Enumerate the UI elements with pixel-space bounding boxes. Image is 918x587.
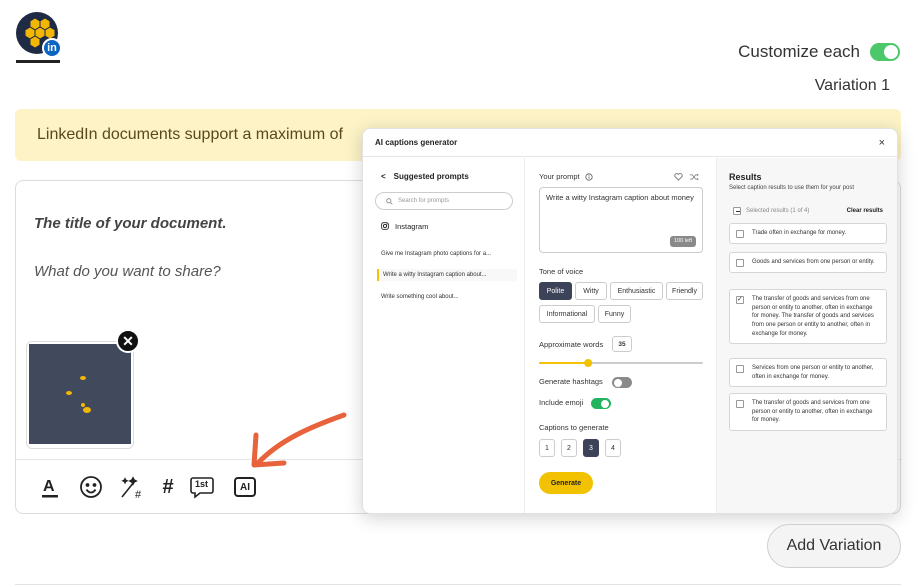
tone-chip-friendly[interactable]: Friendly	[666, 282, 703, 300]
prompt-textarea[interactable]: Write a witty Instagram caption about mo…	[539, 187, 703, 253]
document-preview-image	[29, 344, 131, 444]
tone-chip-funny[interactable]: Funny	[598, 305, 631, 323]
emoji-icon[interactable]	[78, 474, 104, 500]
captions-to-generate-label: Captions to generate	[539, 423, 609, 432]
tone-chip-polite[interactable]: Polite	[539, 282, 572, 300]
shuffle-icon[interactable]	[689, 173, 699, 181]
result-card[interactable]: The transfer of goods and services from …	[729, 393, 887, 432]
result-text: Services from one person or entity to an…	[752, 365, 874, 380]
document-title-input[interactable]: The title of your document.	[34, 215, 227, 232]
instagram-icon	[381, 222, 389, 230]
selected-results-row: Selected results (1 of 4) Clear results	[733, 207, 883, 215]
caption-settings-panel: Your prompt Write a witty Instagram capt…	[526, 158, 716, 513]
include-emoji-label: Include emoji	[539, 398, 584, 407]
suggested-prompts-title: Suggested prompts	[393, 172, 469, 181]
linkedin-icon: in	[42, 38, 62, 58]
avatar-active-indicator	[16, 60, 60, 63]
tone-chip-witty[interactable]: Witty	[575, 282, 607, 300]
tone-of-voice-label: Tone of voice	[539, 267, 584, 276]
clear-results-link[interactable]: Clear results	[847, 208, 883, 214]
suggested-prompts-panel: < Suggested prompts Search for prompts I…	[363, 158, 525, 513]
customize-each-toggle[interactable]	[870, 43, 900, 61]
svg-text:#: #	[135, 489, 142, 500]
post-body-input[interactable]: What do you want to share?	[34, 263, 221, 280]
selected-results-count: Selected results (1 of 4)	[746, 208, 810, 214]
info-icon[interactable]	[584, 172, 593, 181]
first-comment-icon[interactable]: 1st	[189, 474, 215, 500]
divider	[15, 584, 901, 585]
generate-hashtags-label: Generate hashtags	[539, 377, 603, 386]
text-format-icon[interactable]: A	[38, 474, 62, 500]
your-prompt-label-row: Your prompt	[539, 172, 593, 181]
approximate-words-value[interactable]: 35	[612, 336, 632, 352]
result-card[interactable]: Trade often in exchange for money.	[729, 223, 887, 244]
caption-count-2[interactable]: 2	[561, 439, 577, 457]
result-text: The transfer of goods and services from …	[752, 400, 873, 424]
tone-chip-enthusiastic[interactable]: Enthusiastic	[610, 282, 663, 300]
tone-chip-informational[interactable]: Informational	[539, 305, 595, 323]
modal-header: AI captions generator ×	[363, 129, 897, 157]
category-label: Instagram	[395, 222, 429, 231]
result-card[interactable]: Services from one person or entity to an…	[729, 358, 887, 388]
customize-each-control: Customize each	[738, 42, 900, 62]
generate-button[interactable]: Generate	[539, 472, 593, 494]
result-checkbox-checked[interactable]	[736, 295, 744, 305]
search-placeholder: Search for prompts	[398, 198, 450, 204]
result-checkbox[interactable]	[736, 230, 744, 238]
result-card-selected[interactable]: The transfer of goods and services from …	[729, 289, 887, 345]
variation-label: Variation 1	[814, 77, 890, 94]
select-all-checkbox[interactable]	[733, 207, 741, 215]
modal-title: AI captions generator	[375, 138, 458, 147]
result-text: The transfer of goods and services from …	[752, 296, 874, 337]
result-text: Trade often in exchange for money.	[752, 230, 847, 236]
prompt-search-input[interactable]: Search for prompts	[375, 192, 513, 210]
hashtag-icon[interactable]: #	[158, 474, 178, 500]
caption-count-1[interactable]: 1	[539, 439, 555, 457]
first-comment-label: 1st	[195, 479, 209, 489]
prompt-value: Write a witty Instagram caption about mo…	[546, 193, 694, 202]
suggested-prompt-item[interactable]: Give me Instagram photo captions for a..…	[377, 248, 517, 260]
page: in Customize each Variation 1 LinkedIn d…	[0, 0, 918, 587]
suggested-prompt-item[interactable]: Write something cool about...	[377, 291, 517, 303]
account-avatar[interactable]: in	[16, 12, 62, 64]
search-icon	[386, 198, 393, 205]
suggested-prompt-item-active[interactable]: Write a witty Instagram caption about...	[377, 269, 517, 281]
add-variation-button[interactable]: Add Variation	[767, 524, 901, 568]
result-checkbox[interactable]	[736, 365, 744, 373]
approximate-words-label: Approximate words	[539, 340, 604, 349]
svg-text:A: A	[43, 478, 55, 495]
magic-hashtag-icon[interactable]: #	[119, 474, 147, 500]
caption-count-3[interactable]: 3	[583, 439, 599, 457]
result-checkbox[interactable]	[736, 259, 744, 267]
ai-icon: AI	[234, 477, 256, 497]
results-subtitle: Select caption results to use them for y…	[729, 185, 855, 191]
favorite-heart-icon[interactable]	[674, 173, 683, 181]
generate-hashtags-toggle[interactable]	[612, 377, 632, 388]
bee-illustration-icon	[66, 376, 91, 413]
remove-document-button[interactable]: ✕	[116, 329, 140, 353]
ai-captions-button[interactable]: AI	[233, 474, 257, 500]
your-prompt-label: Your prompt	[539, 172, 580, 181]
results-panel: Results Select caption results to use th…	[716, 158, 897, 513]
customize-each-label: Customize each	[738, 42, 860, 61]
results-title: Results	[729, 172, 762, 182]
result-checkbox[interactable]	[736, 400, 744, 408]
suggested-prompts-header[interactable]: < Suggested prompts	[381, 172, 469, 181]
include-emoji-toggle[interactable]	[591, 398, 611, 409]
result-text: Goods and services from one person or en…	[752, 259, 875, 265]
back-chevron-icon: <	[381, 172, 386, 181]
ai-captions-modal: AI captions generator × < Suggested prom…	[362, 128, 898, 514]
prompt-category[interactable]: Instagram	[381, 222, 428, 231]
characters-left-badge: 100 left	[669, 235, 696, 247]
words-slider[interactable]	[539, 358, 703, 368]
document-thumbnail[interactable]	[26, 341, 134, 449]
caption-count-4[interactable]: 4	[605, 439, 621, 457]
modal-close-button[interactable]: ×	[879, 137, 885, 149]
result-card[interactable]: Goods and services from one person or en…	[729, 252, 887, 273]
annotation-arrow-icon	[251, 412, 347, 468]
